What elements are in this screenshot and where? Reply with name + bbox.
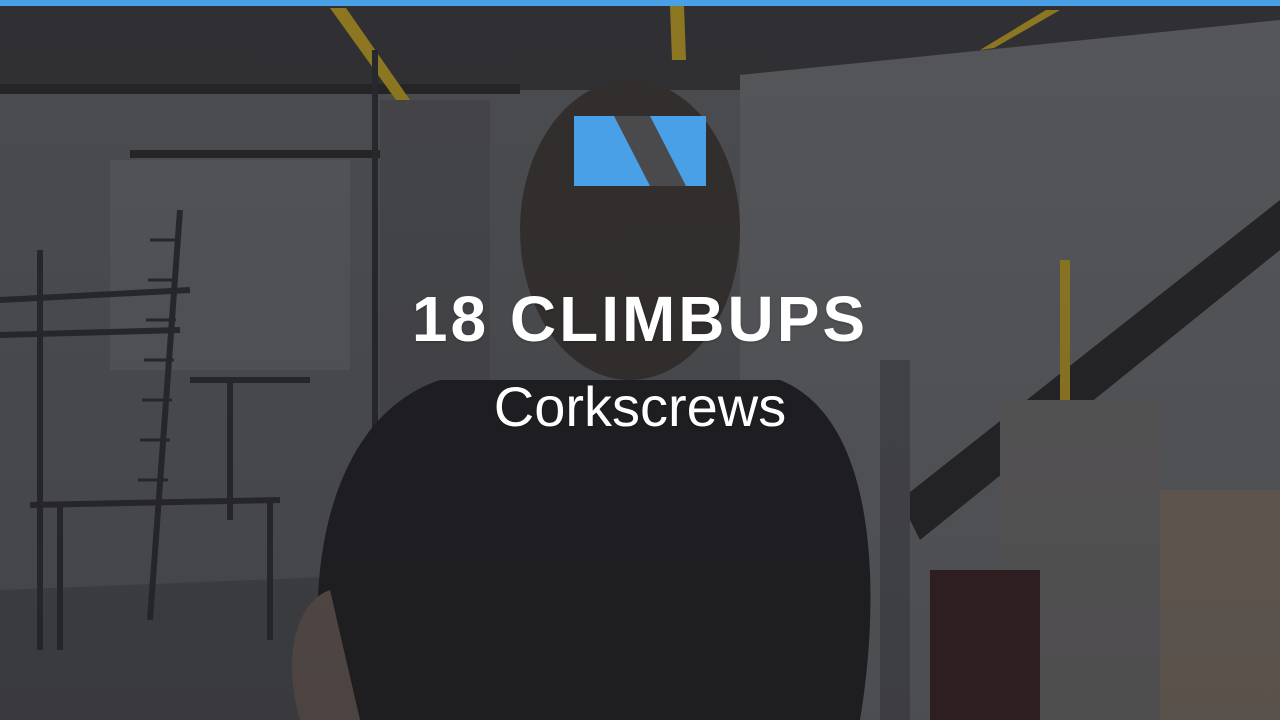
- exercise-name-subtitle: Corkscrews: [493, 375, 787, 438]
- exercise-count-title: 18 CLIMBUPS: [411, 283, 869, 355]
- dim-overlay: [0, 0, 1280, 720]
- brand-logo-icon: [574, 116, 706, 186]
- top-accent-bar: [0, 0, 1280, 6]
